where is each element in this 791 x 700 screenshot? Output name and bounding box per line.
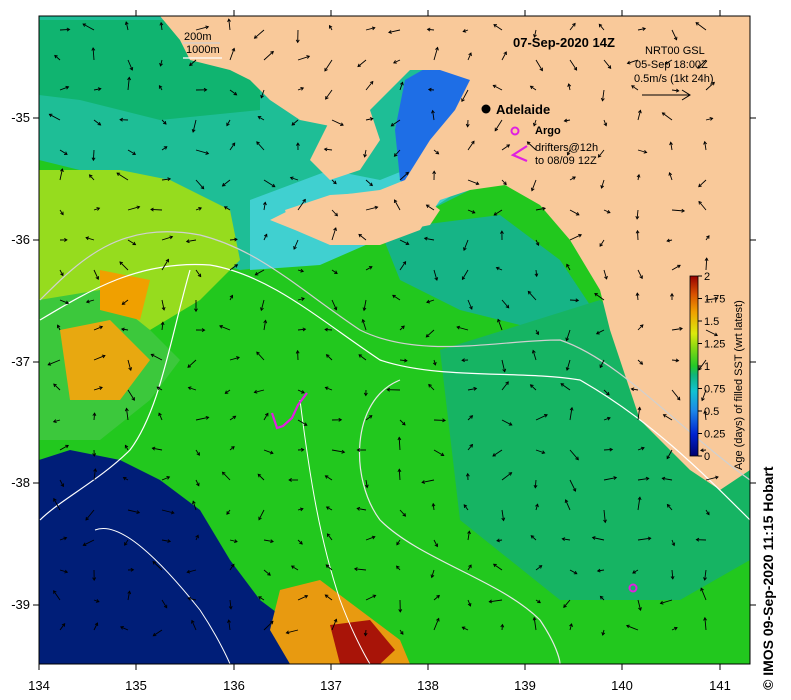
- map-date-title: 07-Sep-2020 14Z: [513, 35, 615, 50]
- colorbar-tick-label: 1.25: [704, 339, 725, 351]
- credit-text: © IMOS 09-Sep-2020 11:15 Hobart: [760, 466, 776, 690]
- colorbar-tick-label: 0.75: [704, 384, 725, 396]
- x-tick-label: 139: [514, 678, 536, 693]
- y-tick-label: -37: [11, 354, 30, 369]
- colorbar-tick-label: 0.5: [704, 406, 719, 418]
- colorbar-tick-label: 1: [704, 361, 710, 373]
- x-tick-label: 141: [709, 678, 731, 693]
- y-tick-label: -38: [11, 475, 30, 490]
- colorbar-tick-label: 0.25: [704, 429, 725, 441]
- x-tick-label: 134: [28, 678, 50, 693]
- drifter-legend-line2: to 08/09 12Z: [535, 155, 597, 167]
- contour-legend-200m: 200m: [184, 31, 212, 43]
- current-legend-time: 05-Sep 18:00Z: [635, 59, 708, 71]
- drifter-legend-line1: drifters@12h: [535, 142, 598, 154]
- city-dot-icon: [481, 104, 491, 114]
- current-legend-scale: 0.5m/s (1kt 24h): [634, 73, 713, 85]
- colorbar-label: Age (days) of filled SST (wrt latest): [733, 300, 745, 470]
- argo-label: Argo: [535, 125, 561, 137]
- x-tick-label: 135: [125, 678, 147, 693]
- colorbar-tick-label: 1.5: [704, 316, 719, 328]
- x-tick-label: 136: [223, 678, 245, 693]
- x-axis: 134 135 136 137 138 139 140 141: [28, 678, 731, 693]
- colorbar-tick-label: 0: [704, 451, 710, 463]
- colorbar-gradient: [689, 275, 699, 457]
- sst-map: 134 135 136 137 138 139 140 141 -35 -36 …: [11, 10, 756, 693]
- x-tick-label: 140: [611, 678, 633, 693]
- colorbar-tick-label: 1.75: [704, 294, 725, 306]
- city-label: Adelaide: [496, 102, 550, 117]
- y-tick-label: -39: [11, 597, 30, 612]
- y-tick-label: -35: [11, 110, 30, 125]
- y-axis: -35 -36 -37 -38 -39: [11, 110, 30, 612]
- x-tick-label: 138: [417, 678, 439, 693]
- x-tick-label: 137: [320, 678, 342, 693]
- current-legend-source: NRT00 GSL: [645, 45, 705, 57]
- contour-legend-1000m: 1000m: [186, 44, 220, 56]
- current-vector: [150, 208, 163, 211]
- colorbar-tick-label: 2: [704, 271, 710, 283]
- y-tick-label: -36: [11, 232, 30, 247]
- map-field: [39, 16, 750, 664]
